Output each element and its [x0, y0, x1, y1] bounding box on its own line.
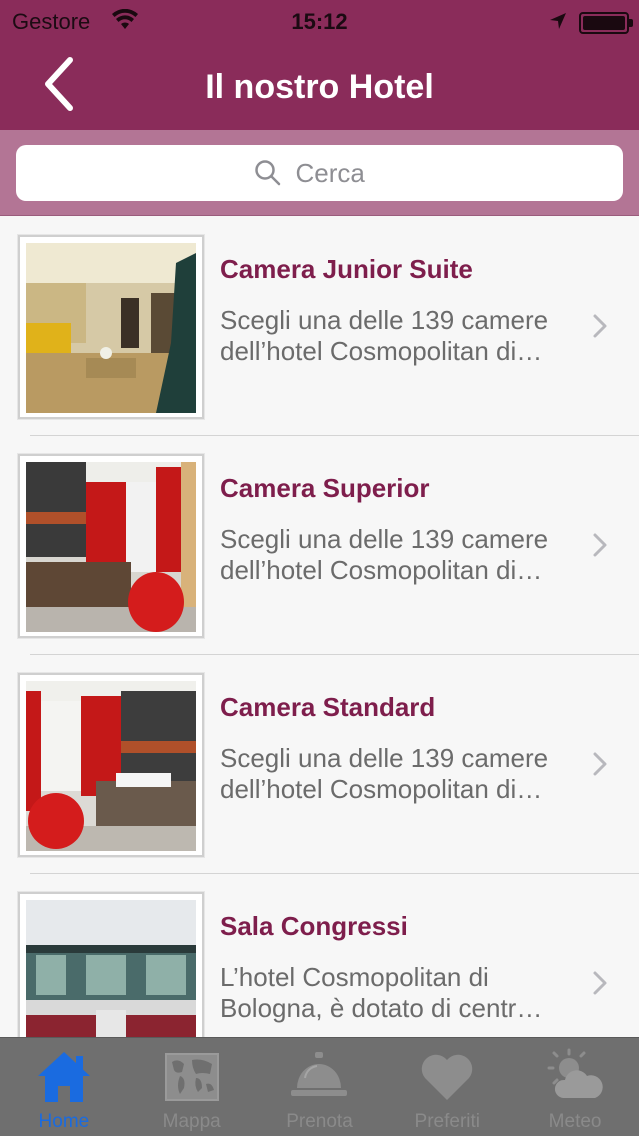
- list-item[interactable]: Camera Superior Scegli una delle 139 cam…: [0, 436, 639, 655]
- weather-icon: [547, 1048, 603, 1098]
- item-description: L’hotel Cosmopolitan di Bologna, è dotat…: [220, 962, 580, 1024]
- service-bell-icon: [291, 1052, 348, 1096]
- tab-label: Home: [38, 1111, 90, 1132]
- navigation-bar: Il nostro Hotel: [0, 44, 639, 130]
- hotel-list: Camera Junior Suite Scegli una delle 139…: [0, 217, 639, 1037]
- item-description: Scegli una delle 139 camere dell’hotel C…: [220, 305, 580, 367]
- item-title: Sala Congressi: [220, 911, 408, 941]
- item-description-line: dell’hotel Cosmopolitan di…: [220, 336, 543, 366]
- superior-room-photo: [26, 462, 196, 632]
- home-icon: [37, 1052, 90, 1102]
- heart-icon: [422, 1054, 473, 1100]
- item-description-line: dell’hotel Cosmopolitan di…: [220, 555, 543, 585]
- item-description-line: L’hotel Cosmopolitan di: [220, 962, 489, 992]
- wifi-icon: [112, 9, 138, 29]
- room-thumbnail: [18, 454, 204, 638]
- tab-home[interactable]: Home: [0, 1038, 128, 1136]
- list-item[interactable]: Camera Standard Scegli una delle 139 cam…: [0, 655, 639, 874]
- item-description-line: Bologna, è dotato di centr…: [220, 993, 543, 1023]
- room-thumbnail: [18, 673, 204, 857]
- status-bar: Gestore 15:12: [0, 0, 639, 44]
- item-description-line: Scegli una delle 139 camere: [220, 305, 549, 335]
- tab-prenota[interactable]: Prenota: [256, 1038, 384, 1136]
- battery-icon: [579, 12, 633, 34]
- carrier-name: Gestore: [12, 9, 91, 34]
- list-item[interactable]: Sala Congressi L’hotel Cosmopolitan di B…: [0, 874, 639, 1037]
- tab-label: Mappa: [162, 1111, 221, 1132]
- tab-label: Prenota: [286, 1111, 353, 1132]
- tab-mappa[interactable]: Mappa: [128, 1038, 256, 1136]
- room-thumbnail: [18, 235, 204, 419]
- list-item[interactable]: Camera Junior Suite Scegli una delle 139…: [0, 217, 639, 436]
- search-input[interactable]: [295, 157, 386, 189]
- tab-meteo[interactable]: Meteo: [511, 1038, 639, 1136]
- tab-bar: Home Mappa Prenota Preferiti Meteo: [0, 1037, 639, 1136]
- item-title: Camera Standard: [220, 692, 436, 722]
- item-description: Scegli una delle 139 camere dell’hotel C…: [220, 743, 580, 805]
- status-time: 15:12: [291, 9, 348, 34]
- item-description: Scegli una delle 139 camere dell’hotel C…: [220, 524, 580, 586]
- chevron-right-icon: [593, 533, 607, 557]
- tab-label: Meteo: [548, 1111, 602, 1132]
- location-arrow-icon: [550, 13, 566, 29]
- world-map-icon: [164, 1053, 219, 1101]
- junior-suite-photo: [26, 243, 196, 413]
- chevron-right-icon: [593, 752, 607, 776]
- tab-preferiti[interactable]: Preferiti: [383, 1038, 511, 1136]
- search-field[interactable]: [16, 145, 623, 201]
- item-title: Camera Superior: [220, 473, 430, 503]
- item-description-line: Scegli una delle 139 camere: [220, 743, 549, 773]
- chevron-right-icon: [593, 971, 607, 995]
- item-description-line: Scegli una delle 139 camere: [220, 524, 549, 554]
- conference-hall-photo: [26, 900, 196, 1037]
- chevron-left-icon[interactable]: [36, 54, 86, 114]
- item-title: Camera Junior Suite: [220, 254, 473, 284]
- search-icon: [254, 160, 280, 186]
- tab-label: Preferiti: [414, 1111, 481, 1132]
- room-thumbnail: [18, 892, 204, 1037]
- search-bar: [0, 130, 639, 216]
- standard-room-photo: [26, 681, 196, 851]
- chevron-right-icon: [593, 314, 607, 338]
- page-title: Il nostro Hotel: [205, 68, 434, 106]
- item-description-line: dell’hotel Cosmopolitan di…: [220, 774, 543, 804]
